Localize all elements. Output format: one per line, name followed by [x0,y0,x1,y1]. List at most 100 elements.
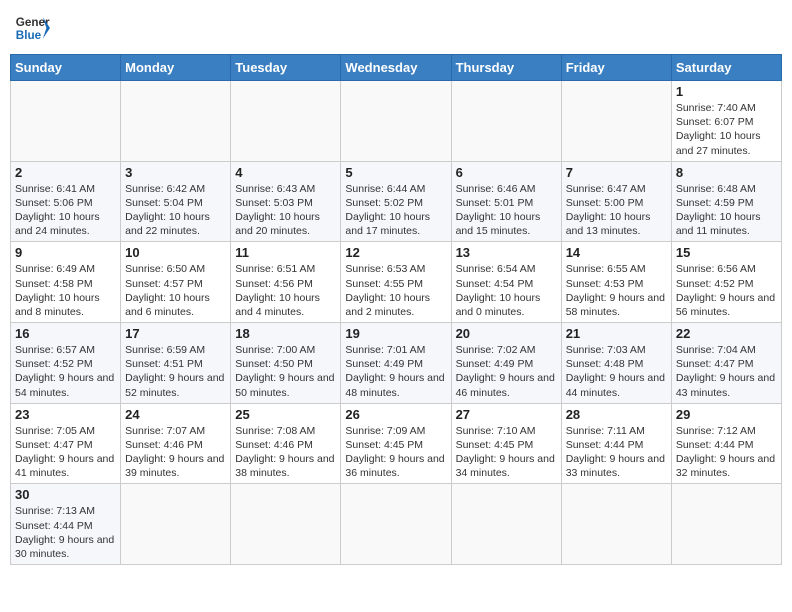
calendar-cell: 1 Sunrise: 7:40 AM Sunset: 6:07 PM Daylig… [671,81,781,162]
day-header-thursday: Thursday [451,55,561,81]
day-number: 10 [125,245,226,260]
day-number: 21 [566,326,667,341]
calendar-cell: 24 Sunrise: 7:07 AM Sunset: 4:46 PM Dayli… [121,403,231,484]
day-info: Sunrise: 6:41 AM Sunset: 5:06 PM Dayligh… [15,182,116,239]
day-info: Sunrise: 6:55 AM Sunset: 4:53 PM Dayligh… [566,262,667,319]
day-number: 4 [235,165,336,180]
day-info: Sunrise: 7:12 AM Sunset: 4:44 PM Dayligh… [676,424,777,481]
calendar-cell [121,81,231,162]
day-info: Sunrise: 7:02 AM Sunset: 4:49 PM Dayligh… [456,343,557,400]
day-number: 16 [15,326,116,341]
day-number: 2 [15,165,116,180]
calendar-cell: 27 Sunrise: 7:10 AM Sunset: 4:45 PM Dayli… [451,403,561,484]
calendar-cell [231,81,341,162]
day-info: Sunrise: 7:10 AM Sunset: 4:45 PM Dayligh… [456,424,557,481]
day-info: Sunrise: 7:07 AM Sunset: 4:46 PM Dayligh… [125,424,226,481]
day-number: 22 [676,326,777,341]
calendar-week-1: 1 Sunrise: 7:40 AM Sunset: 6:07 PM Daylig… [11,81,782,162]
day-number: 8 [676,165,777,180]
calendar-cell: 8Sunrise: 6:48 AM Sunset: 4:59 PM Daylig… [671,161,781,242]
calendar-body: 1 Sunrise: 7:40 AM Sunset: 6:07 PM Daylig… [11,81,782,565]
calendar-cell [561,81,671,162]
calendar-cell: 20 Sunrise: 7:02 AM Sunset: 4:49 PM Dayli… [451,323,561,404]
day-number: 14 [566,245,667,260]
day-info: Sunrise: 6:53 AM Sunset: 4:55 PM Dayligh… [345,262,446,319]
calendar-cell: 7 Sunrise: 6:47 AM Sunset: 5:00 PM Daylig… [561,161,671,242]
calendar-cell [451,81,561,162]
day-number: 7 [566,165,667,180]
day-header-wednesday: Wednesday [341,55,451,81]
day-info: Sunrise: 6:42 AM Sunset: 5:04 PM Dayligh… [125,182,226,239]
calendar-cell: 23 Sunrise: 7:05 AM Sunset: 4:47 PM Dayli… [11,403,121,484]
calendar-cell [121,484,231,565]
day-number: 24 [125,407,226,422]
day-info: Sunrise: 6:51 AM Sunset: 4:56 PM Dayligh… [235,262,336,319]
calendar-cell [451,484,561,565]
day-number: 6 [456,165,557,180]
logo: General Blue [14,10,50,46]
day-info: Sunrise: 6:57 AM Sunset: 4:52 PM Dayligh… [15,343,116,400]
calendar-cell: 18Sunrise: 7:00 AM Sunset: 4:50 PM Dayli… [231,323,341,404]
calendar-cell [671,484,781,565]
calendar-cell: 26Sunrise: 7:09 AM Sunset: 4:45 PM Dayli… [341,403,451,484]
calendar-cell: 28Sunrise: 7:11 AM Sunset: 4:44 PM Dayli… [561,403,671,484]
day-number: 23 [15,407,116,422]
header: General Blue [10,10,782,46]
calendar-header: SundayMondayTuesdayWednesdayThursdayFrid… [11,55,782,81]
day-number: 1 [676,84,777,99]
day-number: 15 [676,245,777,260]
day-info: Sunrise: 6:46 AM Sunset: 5:01 PM Dayligh… [456,182,557,239]
day-header-friday: Friday [561,55,671,81]
day-number: 19 [345,326,446,341]
calendar-cell: 9 Sunrise: 6:49 AM Sunset: 4:58 PM Daylig… [11,242,121,323]
calendar-week-4: 16 Sunrise: 6:57 AM Sunset: 4:52 PM Dayli… [11,323,782,404]
day-number: 29 [676,407,777,422]
calendar-cell: 14 Sunrise: 6:55 AM Sunset: 4:53 PM Dayli… [561,242,671,323]
day-info: Sunrise: 7:08 AM Sunset: 4:46 PM Dayligh… [235,424,336,481]
calendar-cell: 15 Sunrise: 6:56 AM Sunset: 4:52 PM Dayli… [671,242,781,323]
day-number: 9 [15,245,116,260]
day-number: 12 [345,245,446,260]
day-info: Sunrise: 6:49 AM Sunset: 4:58 PM Dayligh… [15,262,116,319]
day-header-sunday: Sunday [11,55,121,81]
calendar-cell: 16 Sunrise: 6:57 AM Sunset: 4:52 PM Dayli… [11,323,121,404]
calendar-cell: 17 Sunrise: 6:59 AM Sunset: 4:51 PM Dayli… [121,323,231,404]
calendar-week-5: 23 Sunrise: 7:05 AM Sunset: 4:47 PM Dayli… [11,403,782,484]
day-number: 13 [456,245,557,260]
calendar-cell: 11Sunrise: 6:51 AM Sunset: 4:56 PM Dayli… [231,242,341,323]
day-info: Sunrise: 6:44 AM Sunset: 5:02 PM Dayligh… [345,182,446,239]
calendar-cell: 25 Sunrise: 7:08 AM Sunset: 4:46 PM Dayli… [231,403,341,484]
day-number: 5 [345,165,446,180]
day-number: 26 [345,407,446,422]
day-number: 27 [456,407,557,422]
day-header-monday: Monday [121,55,231,81]
day-info: Sunrise: 6:59 AM Sunset: 4:51 PM Dayligh… [125,343,226,400]
day-header-saturday: Saturday [671,55,781,81]
calendar-cell [341,484,451,565]
day-info: Sunrise: 7:03 AM Sunset: 4:48 PM Dayligh… [566,343,667,400]
day-info: Sunrise: 6:47 AM Sunset: 5:00 PM Dayligh… [566,182,667,239]
calendar-cell: 6 Sunrise: 6:46 AM Sunset: 5:01 PM Daylig… [451,161,561,242]
day-info: Sunrise: 6:50 AM Sunset: 4:57 PM Dayligh… [125,262,226,319]
calendar-cell: 13Sunrise: 6:54 AM Sunset: 4:54 PM Dayli… [451,242,561,323]
day-number: 3 [125,165,226,180]
calendar-cell: 19Sunrise: 7:01 AM Sunset: 4:49 PM Dayli… [341,323,451,404]
day-header-tuesday: Tuesday [231,55,341,81]
day-info: Sunrise: 7:05 AM Sunset: 4:47 PM Dayligh… [15,424,116,481]
day-info: Sunrise: 7:04 AM Sunset: 4:47 PM Dayligh… [676,343,777,400]
calendar-cell: 21 Sunrise: 7:03 AM Sunset: 4:48 PM Dayli… [561,323,671,404]
day-info: Sunrise: 6:56 AM Sunset: 4:52 PM Dayligh… [676,262,777,319]
day-info: Sunrise: 6:43 AM Sunset: 5:03 PM Dayligh… [235,182,336,239]
day-info: Sunrise: 7:40 AM Sunset: 6:07 PM Dayligh… [676,101,777,158]
calendar-cell [11,81,121,162]
calendar-cell: 10 Sunrise: 6:50 AM Sunset: 4:57 PM Dayli… [121,242,231,323]
day-number: 20 [456,326,557,341]
day-info: Sunrise: 7:00 AM Sunset: 4:50 PM Dayligh… [235,343,336,400]
day-number: 25 [235,407,336,422]
calendar-week-2: 2 Sunrise: 6:41 AM Sunset: 5:06 PM Daylig… [11,161,782,242]
calendar-table: SundayMondayTuesdayWednesdayThursdayFrid… [10,54,782,565]
day-number: 17 [125,326,226,341]
calendar-cell [561,484,671,565]
calendar-cell [341,81,451,162]
calendar-cell: 5 Sunrise: 6:44 AM Sunset: 5:02 PM Daylig… [341,161,451,242]
